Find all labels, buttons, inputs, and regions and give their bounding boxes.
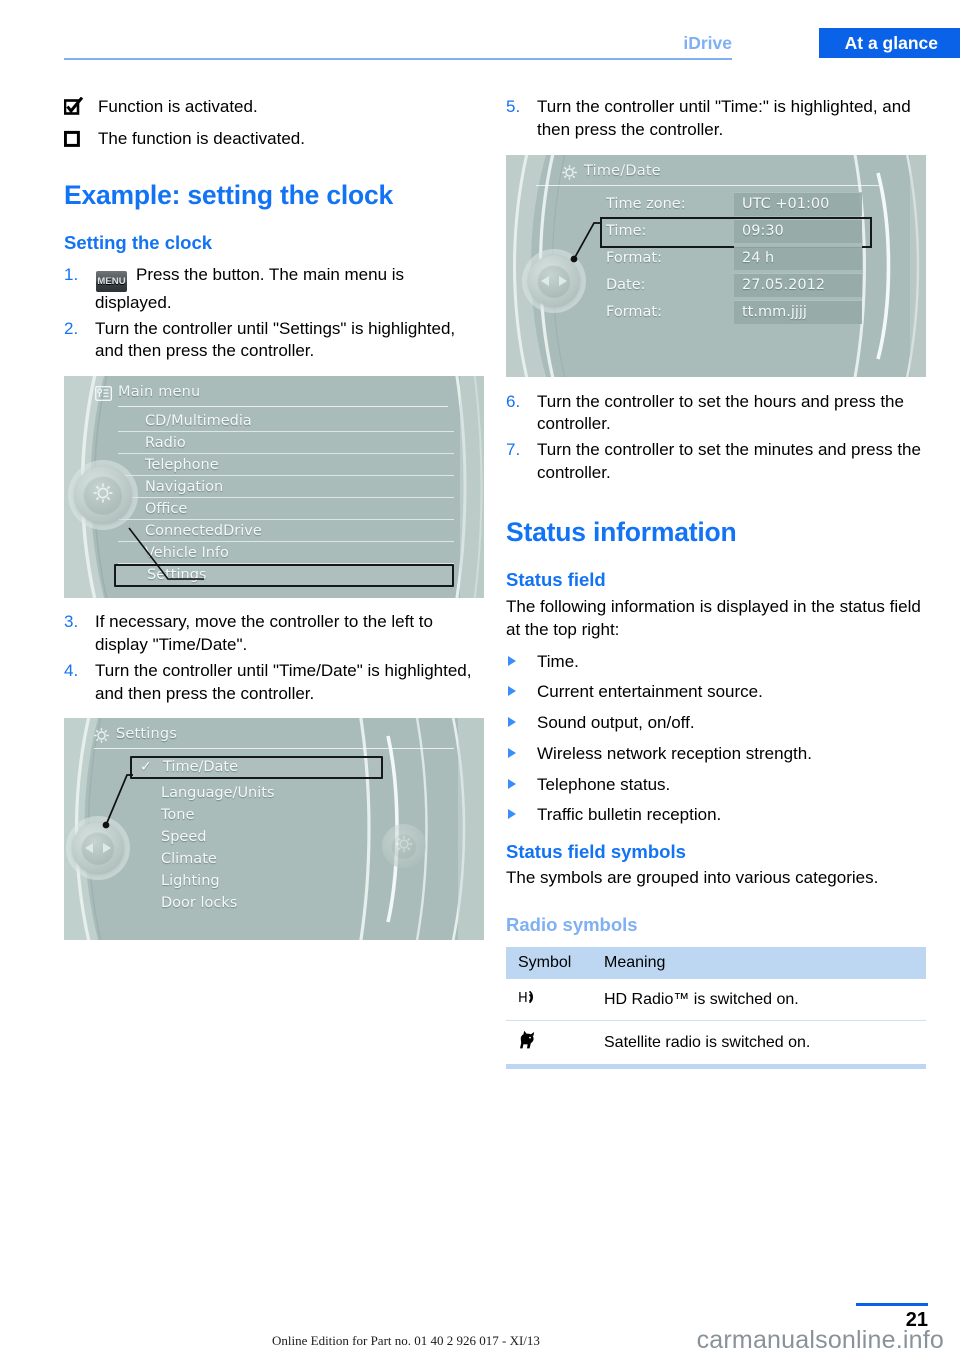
bullet-text: Telephone status. <box>537 774 671 794</box>
table-cell-meaning: HD Radio™ is switched on. <box>592 979 926 1022</box>
hd-radio-icon: H <box>506 979 592 1022</box>
table-header-row: Symbol Meaning <box>506 947 926 980</box>
triangle-bullet-icon <box>508 747 516 758</box>
list-item: Current entertainment source. <box>506 681 926 704</box>
step-number: 7. <box>506 440 521 460</box>
header-divider <box>64 58 732 60</box>
steps-list-4: 6. Turn the controller to set the hours … <box>506 391 926 485</box>
triangle-bullet-icon <box>508 809 516 820</box>
step-text: Turn the controller to set the minutes a… <box>537 440 921 482</box>
triangle-bullet-icon <box>508 655 516 666</box>
step-text: Turn the controller to set the hours and… <box>537 391 904 434</box>
edition-notice: Online Edition for Part no. 01 40 2 926 … <box>272 1333 540 1348</box>
list-item: Sound output, on/off. <box>506 712 926 735</box>
callout-leader-line <box>570 221 600 262</box>
table-row: H HD Radio™ is switched on. <box>506 979 926 1022</box>
steps-list-1: 1. MENU Press the button. The main menu i… <box>64 264 484 363</box>
list-item: 1. MENU Press the button. The main menu i… <box>64 264 484 315</box>
table-row: Satellite radio is switched on. <box>506 1020 926 1070</box>
steps-list-2: 3. If necessary, move the controller to … <box>64 611 484 705</box>
footer-rule <box>856 1303 928 1306</box>
status-field-intro: The following information is displayed i… <box>506 597 921 639</box>
list-item: Telephone status. <box>506 774 926 797</box>
column-header-meaning: Meaning <box>592 947 926 980</box>
radio-symbols-table: Symbol Meaning H HD Radio™ is switched o… <box>506 947 926 1070</box>
column-header-symbol: Symbol <box>506 947 592 980</box>
subsection-title: Setting the clock <box>64 231 213 253</box>
left-column: Function is activated. The function is d… <box>64 96 484 941</box>
step-number: 5. <box>506 97 521 116</box>
subsection-title-status-field: Status field <box>506 568 606 590</box>
header-chapter-tab: At a glance <box>818 28 960 58</box>
callout-leader-line <box>128 527 204 581</box>
legend-text: The function is deactivated. <box>98 128 305 148</box>
list-item: 6. Turn the controller to set the hours … <box>506 391 926 437</box>
steps-list-3: 5. Turn the controller until "Time:" is … <box>506 96 926 142</box>
section-title-status-information: Status information <box>506 516 737 547</box>
idrive-screenshot-settings: Settings ✓ Time/Date Language/Units Tone… <box>64 718 484 941</box>
list-item: 3. If necessary, move the controller to … <box>64 611 484 657</box>
manual-page: iDrive At a glance Function is activated… <box>0 0 960 1362</box>
symbols-intro: The symbols are grouped into various cat… <box>506 868 879 888</box>
table-cell-meaning: Satellite radio is switched on. <box>592 1020 926 1070</box>
bullet-text: Wireless network reception strength. <box>537 743 812 763</box>
satellite-radio-dog-icon <box>506 1020 592 1070</box>
step-number: 4. <box>64 660 79 680</box>
step-text: Turn the controller until "Settings" is … <box>95 318 456 361</box>
bullet-text: Traffic bulletin reception. <box>537 805 722 825</box>
subsection-title-status-field-symbols: Status field symbols <box>506 841 686 863</box>
list-item: Time. <box>506 651 926 674</box>
triangle-bullet-icon <box>508 778 516 789</box>
watermark: carmanualsonline.info <box>696 1326 944 1354</box>
list-item: Wireless network reception strength. <box>506 743 926 766</box>
list-item: Function is activated. <box>64 96 484 119</box>
list-item: Traffic bulletin reception. <box>506 804 926 827</box>
bullet-text: Sound output, on/off. <box>537 713 695 733</box>
step-number: 1. <box>64 264 79 284</box>
step-text: If necessary, move the controller to the… <box>95 612 433 654</box>
list-item: 2. Turn the controller until "Settings" … <box>64 318 484 364</box>
step-number: 2. <box>64 318 79 338</box>
step-text: Press the button. The main menu is displ… <box>95 264 405 312</box>
checkbox-checked-icon <box>64 96 98 116</box>
list-item: 5. Turn the controller until "Time:" is … <box>506 96 926 142</box>
subsection-title-radio-symbols: Radio symbols <box>506 914 638 936</box>
svg-text:H: H <box>518 991 528 1006</box>
status-bullet-list: Time. Current entertainment source. Soun… <box>506 651 926 828</box>
page-title: Example: setting the clock <box>64 179 394 210</box>
step-text: Turn the controller until "Time/Date" is… <box>95 660 472 703</box>
legend-block: Function is activated. The function is d… <box>64 96 484 151</box>
bullet-text: Time. <box>537 651 579 671</box>
list-item: 4. Turn the controller until "Time/Date"… <box>64 660 484 706</box>
triangle-bullet-icon <box>508 686 516 697</box>
callout-leader-line <box>102 774 133 829</box>
triangle-bullet-icon <box>508 717 516 728</box>
bullet-text: Current entertainment source. <box>537 682 763 702</box>
idrive-screenshot-main-menu: Main menu CD/Multimedia Radio Telephone … <box>64 376 484 599</box>
step-text: Turn the controller until "Time:" is hig… <box>537 97 911 139</box>
header-section-label: iDrive <box>683 33 732 53</box>
page-header: iDrive At a glance <box>0 0 960 60</box>
menu-button-icon: MENU <box>96 270 127 292</box>
checkbox-empty-icon <box>64 128 98 148</box>
right-column: 5. Turn the controller until "Time:" is … <box>506 96 926 1070</box>
idrive-screenshot-time-date: Time/Date Time zone: UTC +01:00 Time: 09… <box>506 154 926 377</box>
legend-text: Function is activated. <box>98 97 258 116</box>
step-number: 6. <box>506 391 521 411</box>
list-item: The function is deactivated. <box>64 128 484 151</box>
list-item: 7. Turn the controller to set the minute… <box>506 439 926 485</box>
step-number: 3. <box>64 612 79 632</box>
